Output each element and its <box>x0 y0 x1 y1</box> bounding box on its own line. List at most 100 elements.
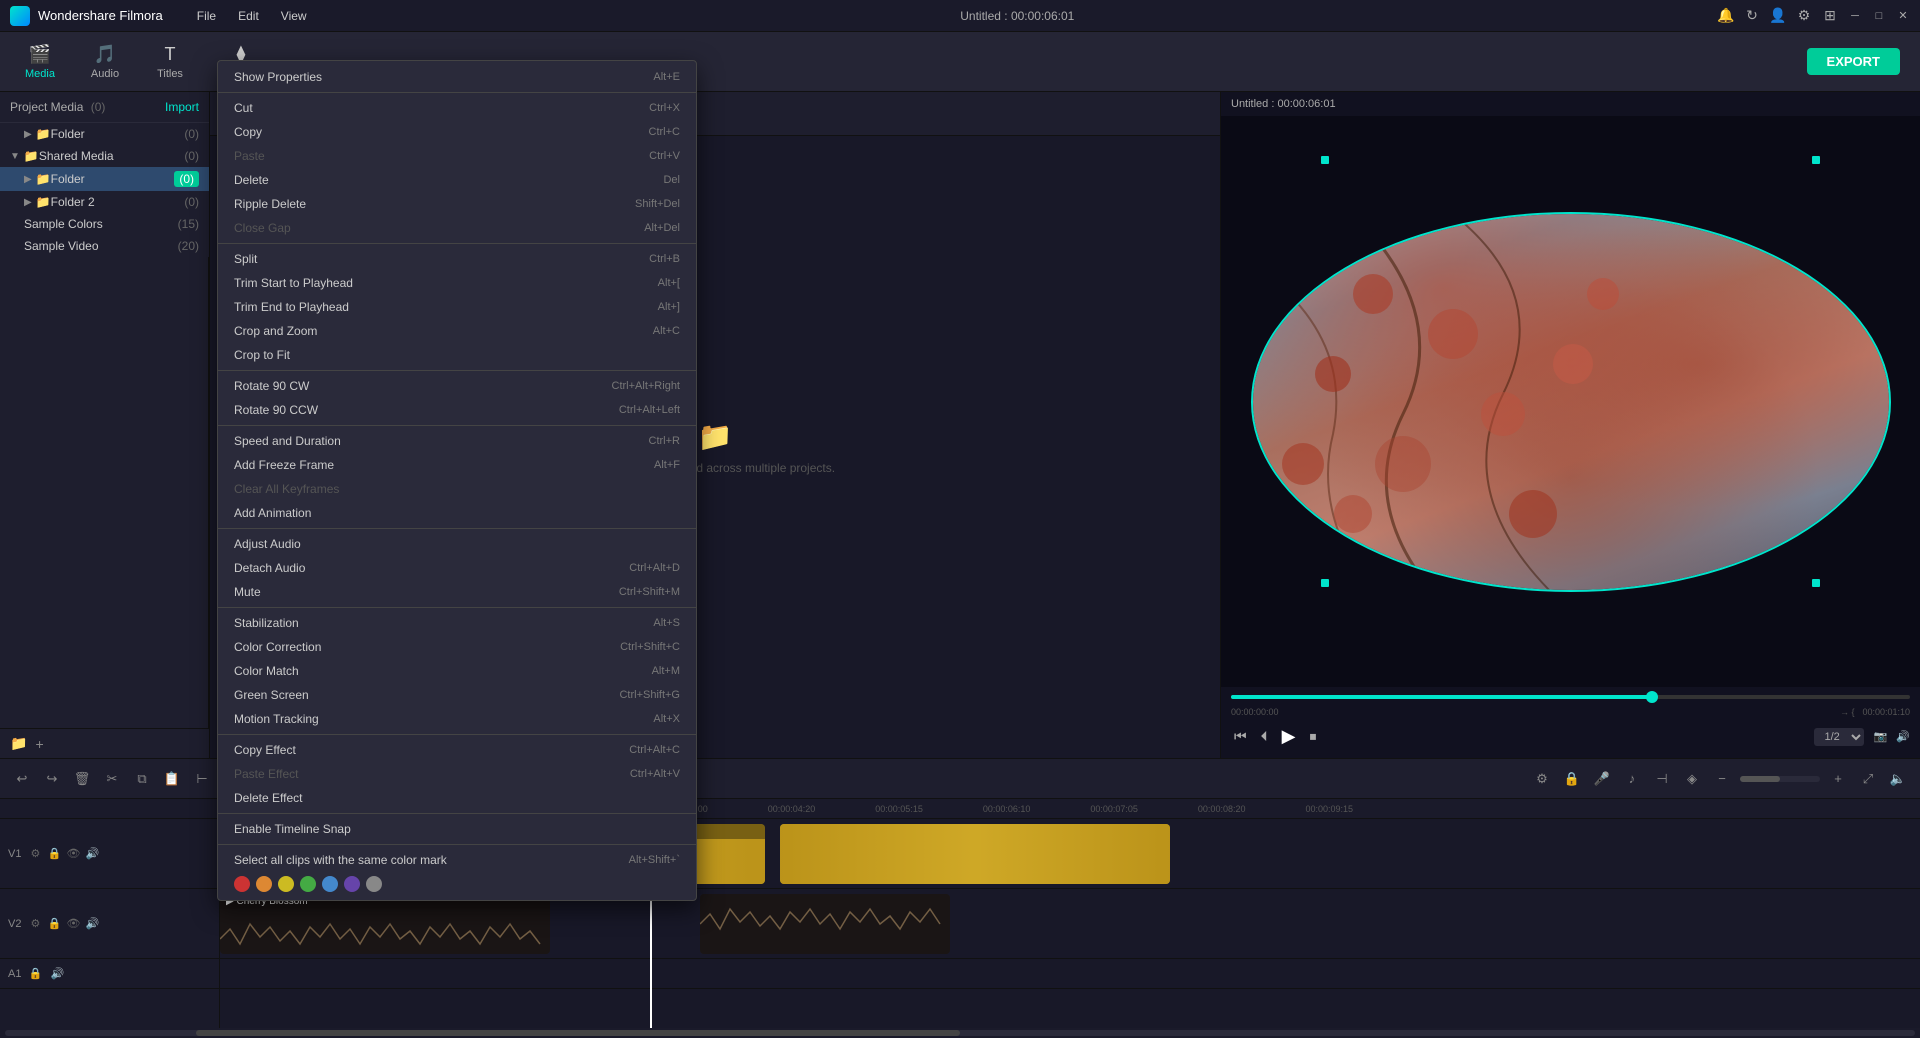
color-red[interactable] <box>234 876 250 892</box>
track2-audio-icon[interactable]: 🔊 <box>84 916 100 932</box>
tree-item-folder-selected[interactable]: ▶ 📁 Folder (0) <box>0 167 209 191</box>
color-gray[interactable] <box>366 876 382 892</box>
tab-titles[interactable]: T Titles <box>140 40 200 84</box>
scrollbar-track[interactable] <box>5 1030 1915 1036</box>
ctx-motion-tracking[interactable]: Motion Tracking Alt+X <box>218 707 696 731</box>
preview-progress-bar[interactable] <box>1231 695 1910 699</box>
clip-video1-2[interactable] <box>780 824 1170 884</box>
step-back-button[interactable]: ⏴ <box>1258 725 1271 748</box>
track1-lock-icon[interactable]: 🔒 <box>46 846 62 862</box>
ctx-freeze-frame[interactable]: Add Freeze Frame Alt+F <box>218 453 696 477</box>
lock-button[interactable]: 🔒 <box>1560 767 1584 791</box>
tree-item-shared-media[interactable]: ▼ 📁 Shared Media (0) <box>0 145 209 167</box>
color-yellow[interactable] <box>278 876 294 892</box>
color-orange[interactable] <box>256 876 272 892</box>
ctx-trim-end[interactable]: Trim End to Playhead Alt+] <box>218 295 696 319</box>
ctx-stabilization[interactable]: Stabilization Alt+S <box>218 611 696 635</box>
menu-view[interactable]: View <box>271 7 317 25</box>
audio-lock-icon[interactable]: 🔒 <box>27 966 43 982</box>
close-button[interactable]: ✕ <box>1896 9 1910 23</box>
play-pause-button[interactable]: ▶ <box>1279 723 1299 750</box>
ctx-crop-fit[interactable]: Crop to Fit <box>218 343 696 367</box>
menu-file[interactable]: File <box>187 7 226 25</box>
handle-tl[interactable] <box>1321 156 1329 164</box>
paste-button[interactable]: 📋 <box>160 767 184 791</box>
ctx-enable-snap[interactable]: Enable Timeline Snap <box>218 817 696 841</box>
ctx-detach-audio[interactable]: Detach Audio Ctrl+Alt+D <box>218 556 696 580</box>
track1-settings-icon[interactable]: ⚙ <box>27 846 43 862</box>
tree-item-folder2[interactable]: ▶ 📁 Folder 2 (0) <box>0 191 209 213</box>
tree-item-folder[interactable]: ▶ 📁 Folder (0) <box>0 123 209 145</box>
split2-button[interactable]: ⊣ <box>1650 767 1674 791</box>
ctx-delete-effect[interactable]: Delete Effect <box>218 786 696 810</box>
ctx-color-match[interactable]: Color Match Alt+M <box>218 659 696 683</box>
ctx-select-same-color[interactable]: Select all clips with the same color mar… <box>218 848 696 872</box>
add-media-icon[interactable]: + <box>35 736 43 752</box>
split-button[interactable]: ⊢ <box>190 767 214 791</box>
jump-start-button[interactable]: ⏮ <box>1231 725 1250 748</box>
ctx-ripple-delete[interactable]: Ripple Delete Shift+Del <box>218 192 696 216</box>
ctx-color-correction[interactable]: Color Correction Ctrl+Shift+C <box>218 635 696 659</box>
import-button[interactable]: Import <box>165 100 199 114</box>
snap-button[interactable]: ◈ <box>1680 767 1704 791</box>
tab-audio[interactable]: 🎵 Audio <box>75 40 135 84</box>
export-button[interactable]: EXPORT <box>1807 48 1900 75</box>
ctx-green-screen[interactable]: Green Screen Ctrl+Shift+G <box>218 683 696 707</box>
ctx-trim-start[interactable]: Trim Start to Playhead Alt+[ <box>218 271 696 295</box>
progress-handle[interactable] <box>1646 691 1658 703</box>
ctx-delete[interactable]: Delete Del <box>218 168 696 192</box>
handle-tr[interactable] <box>1812 156 1820 164</box>
account-icon[interactable]: 👤 <box>1770 8 1786 24</box>
minimize-button[interactable]: ─ <box>1848 9 1862 23</box>
ctx-adjust-audio[interactable]: Adjust Audio <box>218 532 696 556</box>
ctx-rotate-cw[interactable]: Rotate 90 CW Ctrl+Alt+Right <box>218 374 696 398</box>
tree-item-sample-colors[interactable]: Sample Colors (15) <box>0 213 209 235</box>
grid-icon[interactable]: ⊞ <box>1822 8 1838 24</box>
settings-icon[interactable]: ⚙ <box>1796 8 1812 24</box>
ctx-show-properties[interactable]: Show Properties Alt+E <box>218 65 696 89</box>
tab-media[interactable]: 🎬 Media <box>10 40 70 84</box>
delete-button[interactable]: 🗑 <box>70 767 94 791</box>
ctx-rotate-ccw[interactable]: Rotate 90 CCW Ctrl+Alt+Left <box>218 398 696 422</box>
ctx-split[interactable]: Split Ctrl+B <box>218 247 696 271</box>
tree-item-sample-video[interactable]: Sample Video (20) <box>0 235 209 257</box>
ctx-copy[interactable]: Copy Ctrl+C <box>218 120 696 144</box>
track2-eye-icon[interactable]: 👁 <box>65 916 81 932</box>
copy-button[interactable]: ⧉ <box>130 767 154 791</box>
track2-settings-icon[interactable]: ⚙ <box>27 916 43 932</box>
color-green[interactable] <box>300 876 316 892</box>
ctx-mute[interactable]: Mute Ctrl+Shift+M <box>218 580 696 604</box>
color-blue[interactable] <box>322 876 338 892</box>
ctx-speed-duration[interactable]: Speed and Duration Ctrl+R <box>218 429 696 453</box>
undo-button[interactable]: ↩ <box>10 767 34 791</box>
handle-br[interactable] <box>1812 579 1820 587</box>
ctx-copy-effect[interactable]: Copy Effect Ctrl+Alt+C <box>218 738 696 762</box>
menu-edit[interactable]: Edit <box>228 7 269 25</box>
maximize-button[interactable]: □ <box>1872 9 1886 23</box>
track1-eye-icon[interactable]: 👁 <box>65 846 81 862</box>
voice-button[interactable]: 🔈 <box>1886 767 1910 791</box>
track2-lock-icon[interactable]: 🔒 <box>46 916 62 932</box>
clip-video2-2[interactable] <box>700 894 950 954</box>
new-folder-icon[interactable]: 📁 <box>10 735 27 752</box>
ctx-add-animation[interactable]: Add Animation <box>218 501 696 525</box>
cut-button[interactable]: ✂ <box>100 767 124 791</box>
snapshot-icon[interactable]: 📷 <box>1874 731 1888 743</box>
settings-timeline-button[interactable]: ⚙ <box>1530 767 1554 791</box>
ctx-crop-zoom[interactable]: Crop and Zoom Alt+C <box>218 319 696 343</box>
handle-bl[interactable] <box>1321 579 1329 587</box>
scrollbar-thumb[interactable] <box>196 1030 960 1036</box>
quality-select[interactable]: 1/2 Full 1/4 <box>1814 728 1864 746</box>
notification-icon[interactable]: 🔔 <box>1718 8 1734 24</box>
clip-cherry-blossom[interactable]: ▶ Cherry Blossom <box>220 894 550 954</box>
audio-mute-icon[interactable]: 🔊 <box>49 966 65 982</box>
zoom-in-button[interactable]: + <box>1826 767 1850 791</box>
track1-audio-icon[interactable]: 🔊 <box>84 846 100 862</box>
stop-button[interactable]: ⏹ <box>1306 725 1319 748</box>
mic-button[interactable]: 🎤 <box>1590 767 1614 791</box>
ctx-cut[interactable]: Cut Ctrl+X <box>218 96 696 120</box>
update-icon[interactable]: ↻ <box>1744 8 1760 24</box>
fit-button[interactable]: ⤢ <box>1856 767 1880 791</box>
color-purple[interactable] <box>344 876 360 892</box>
volume-icon[interactable]: 🔊 <box>1896 731 1910 743</box>
